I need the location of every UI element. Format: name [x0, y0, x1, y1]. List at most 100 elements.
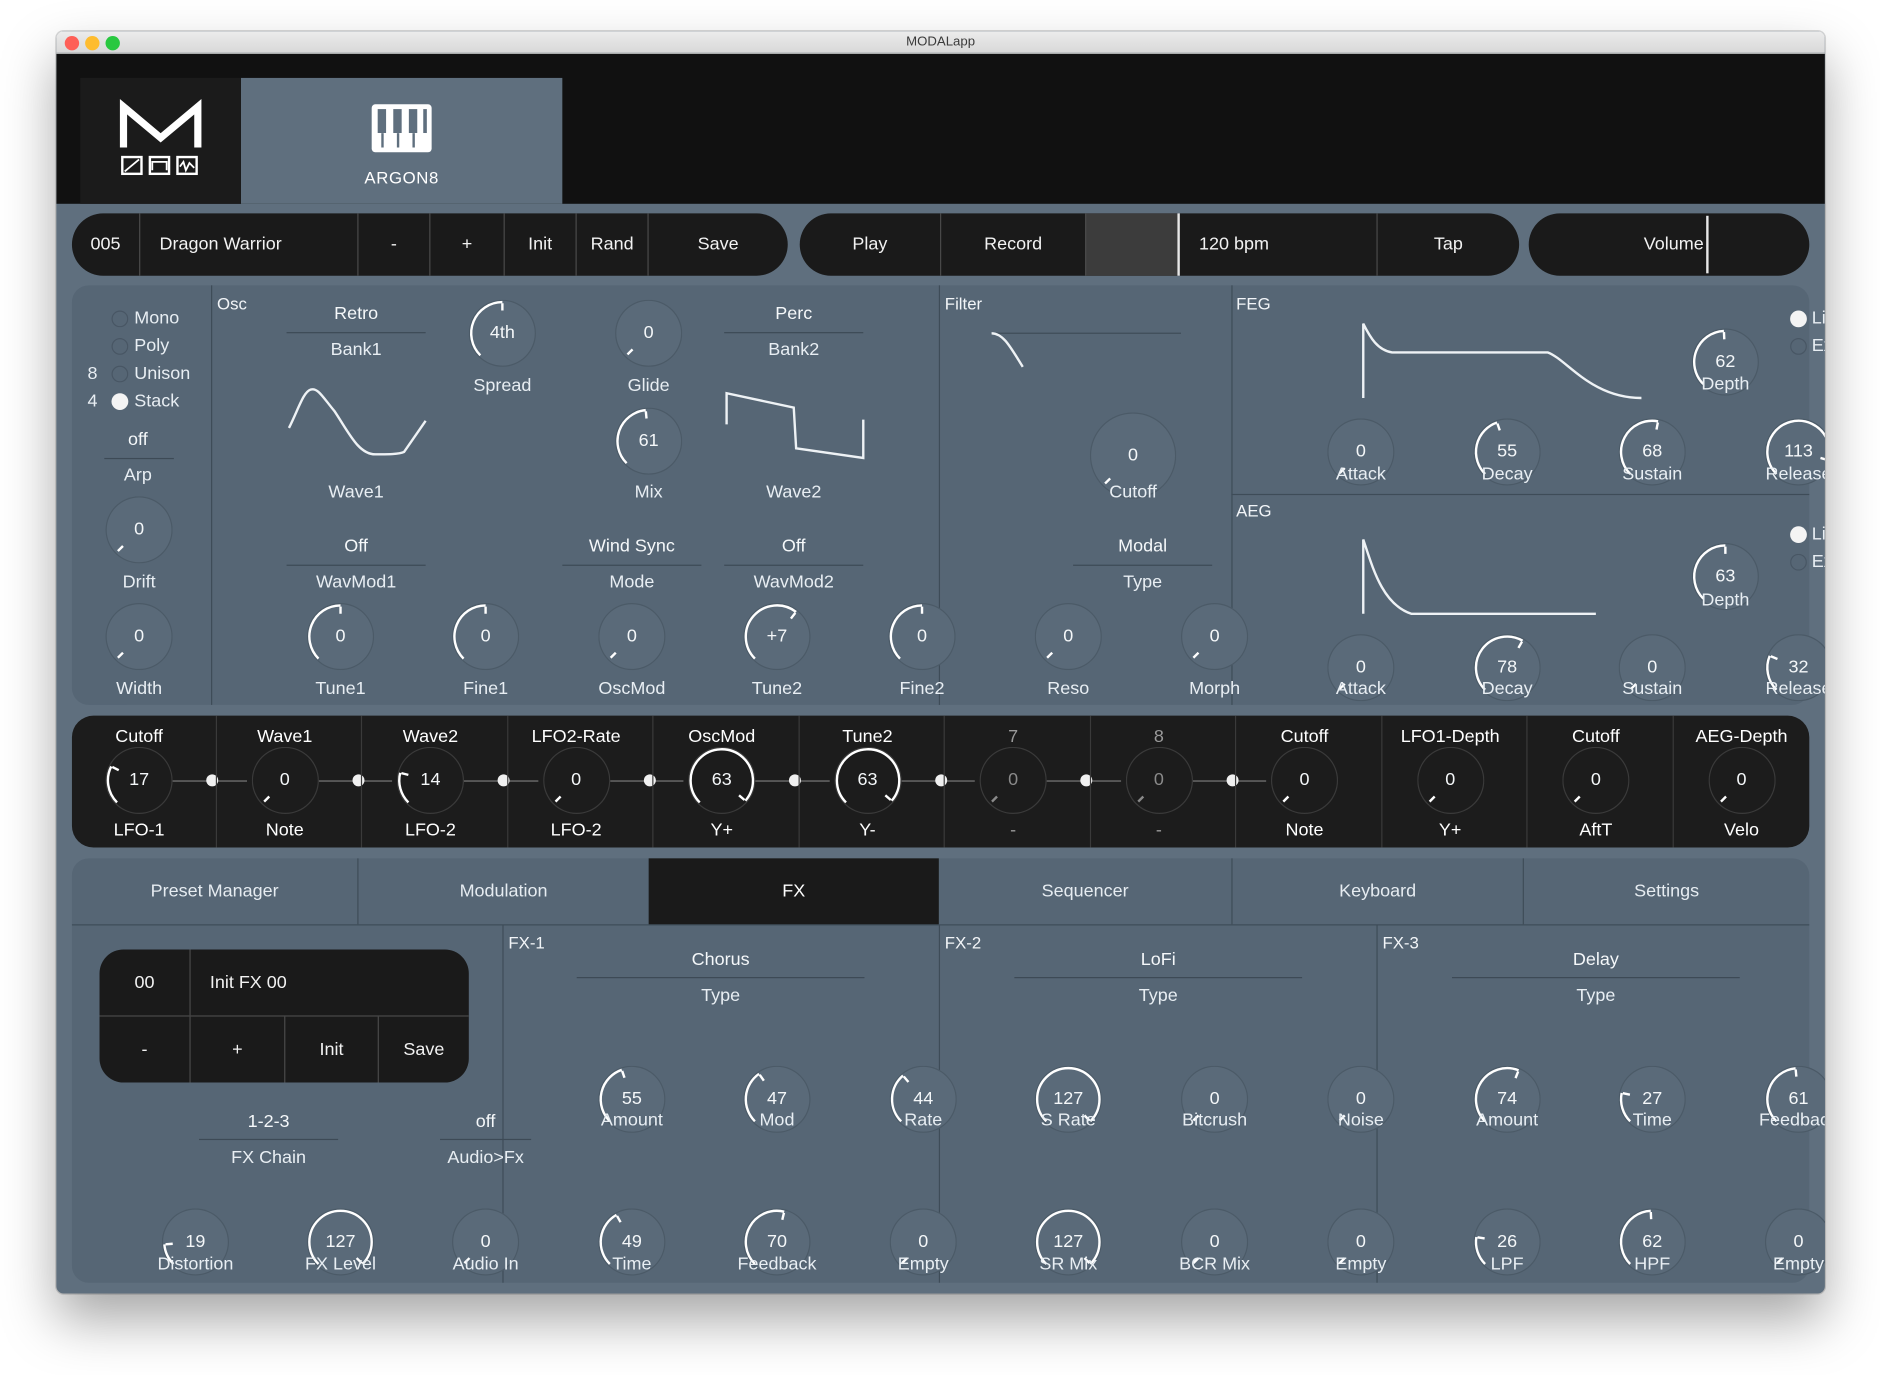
fx-preset-init-button[interactable]: Init [284, 1016, 378, 1083]
mod-amount-knob[interactable]: 0 [542, 746, 610, 814]
glide-knob[interactable]: 0 [615, 299, 683, 367]
mod-amount-knob[interactable]: 14 [396, 746, 465, 814]
stack-count[interactable]: 4 [88, 391, 98, 411]
mod-destination-label[interactable]: 8 [1087, 726, 1231, 746]
mod-amount-knob[interactable]: 0 [1270, 746, 1339, 814]
mod-amount-knob[interactable]: 0 [1562, 746, 1630, 814]
mod-amount-knob[interactable]: 0 [1707, 746, 1776, 814]
audio-fx-select[interactable]: off [438, 1111, 534, 1131]
tab-fx[interactable]: FX [648, 858, 939, 925]
fx-preset-number[interactable]: 00 [100, 949, 190, 1015]
fx2-type-select[interactable]: LoFi [1014, 949, 1302, 969]
mod-source-label[interactable]: Velo [1670, 820, 1814, 840]
fx-preset-prev-button[interactable]: - [100, 1017, 190, 1083]
mod-destination-label[interactable]: AEG-Depth [1670, 726, 1814, 746]
tab-preset-manager[interactable]: Preset Manager [72, 858, 357, 924]
tab-modulation[interactable]: Modulation [357, 858, 648, 925]
mod-amount-knob[interactable]: 17 [105, 746, 173, 814]
morph-knob[interactable]: 0 [1181, 602, 1249, 671]
mode-radio-poly[interactable] [111, 338, 129, 355]
mode-radio-unison[interactable] [111, 365, 129, 383]
tune1-label: Tune1 [315, 678, 366, 699]
tab-keyboard[interactable]: Keyboard [1231, 858, 1522, 925]
fx-level-label: FX Level [305, 1253, 376, 1275]
mod-amount-knob[interactable]: 0 [1416, 746, 1484, 814]
mod-source-label[interactable]: Note [213, 820, 357, 840]
mod-source-label[interactable]: Note [1233, 820, 1377, 840]
mod-destination-label[interactable]: Cutoff [1233, 726, 1377, 746]
wavmod2-select[interactable]: Off [722, 536, 866, 556]
fx3-type-select[interactable]: Delay [1452, 949, 1740, 969]
mod-destination-label[interactable]: Tune2 [796, 726, 940, 746]
mod-source-label[interactable]: Y- [796, 820, 940, 840]
mod-amount-knob[interactable]: 63 [833, 746, 902, 814]
tune2-knob[interactable]: +7 [743, 602, 811, 671]
product-tab[interactable]: ARGON8 [240, 77, 563, 204]
mod-destination-label[interactable]: OscMod [650, 726, 794, 746]
mod-destination-label[interactable]: LFO1-Depth [1378, 726, 1522, 746]
wave1-display[interactable] [284, 385, 430, 463]
tempo-field[interactable]: 120 bpm [1177, 213, 1376, 276]
mod-source-label[interactable]: - [941, 820, 1085, 840]
wavmod1-select[interactable]: Off [284, 536, 428, 556]
preset-prev-button[interactable]: - [357, 213, 429, 276]
width-knob[interactable]: 0 [105, 602, 173, 671]
preset-number[interactable]: 005 [72, 213, 139, 275]
osc-mode-select[interactable]: Wind Sync [560, 536, 704, 556]
mod-amount-knob[interactable]: 0 [251, 746, 319, 814]
mode-radio-mono[interactable] [111, 310, 129, 328]
fine2-knob[interactable]: 0 [888, 602, 956, 671]
volume-handle[interactable] [1706, 215, 1709, 274]
volume-slider[interactable]: Volume [1528, 213, 1810, 276]
mod-source-label[interactable]: AftT [1524, 820, 1668, 840]
mod-destination-label[interactable]: 7 [941, 726, 1085, 746]
fx1-type-select[interactable]: Chorus [577, 949, 865, 969]
mod-source-label[interactable]: - [1087, 820, 1231, 840]
mod-amount-knob[interactable]: 63 [688, 746, 756, 814]
preset-init-button[interactable]: Init [503, 213, 576, 276]
spread-knob[interactable]: 4th [468, 299, 536, 367]
mode-radio-stack[interactable] [111, 393, 129, 410]
fx-preset-next-button[interactable]: + [189, 1016, 284, 1083]
mod-amount-knob[interactable]: 0 [1125, 746, 1193, 814]
drift-knob[interactable]: 0 [105, 496, 173, 564]
feg-exp-radio[interactable] [1790, 338, 1807, 355]
aeg-exp-radio[interactable] [1790, 553, 1807, 571]
bank1-select[interactable]: Retro [284, 303, 428, 323]
preset-name[interactable]: Dragon Warrior [139, 213, 357, 276]
mix-knob[interactable]: 61 [615, 407, 683, 475]
fx-chain-select[interactable]: 1-2-3 [197, 1111, 341, 1131]
mod-destination-label[interactable]: LFO2-Rate [504, 726, 648, 746]
fx-preset-name[interactable]: Init FX 00 [189, 949, 468, 1016]
fx-preset-save-button[interactable]: Save [377, 1016, 469, 1083]
mod-source-label[interactable]: Y+ [1378, 820, 1522, 840]
mod-destination-label[interactable]: Wave1 [213, 726, 357, 746]
preset-rand-button[interactable]: Rand [575, 213, 648, 276]
feg-lin-radio[interactable] [1790, 310, 1807, 328]
filter-type-select[interactable]: Modal [1071, 536, 1215, 556]
mod-amount-knob[interactable]: 0 [979, 746, 1047, 814]
mod-source-label[interactable]: LFO-2 [359, 820, 503, 840]
tab-sequencer[interactable]: Sequencer [939, 858, 1232, 924]
unison-count[interactable]: 8 [88, 363, 98, 383]
wave2-display[interactable] [722, 391, 868, 463]
preset-next-button[interactable]: + [429, 213, 503, 276]
mod-destination-label[interactable]: Cutoff [67, 726, 211, 746]
bank2-select[interactable]: Perc [722, 303, 866, 323]
tune1-knob[interactable]: 0 [306, 602, 375, 671]
aeg-lin-radio[interactable] [1790, 526, 1807, 544]
arp-select[interactable]: off [100, 429, 177, 449]
preset-save-button[interactable]: Save [647, 213, 787, 276]
tap-tempo-button[interactable]: Tap [1376, 213, 1519, 276]
mod-source-label[interactable]: LFO-2 [504, 820, 648, 840]
mod-source-label[interactable]: Y+ [650, 820, 794, 840]
tab-settings[interactable]: Settings [1522, 858, 1810, 925]
fine1-knob[interactable]: 0 [452, 602, 520, 671]
mod-destination-label[interactable]: Wave2 [359, 726, 503, 746]
record-button[interactable]: Record [940, 213, 1085, 276]
mod-destination-label[interactable]: Cutoff [1524, 726, 1668, 746]
play-button[interactable]: Play [800, 213, 940, 275]
oscmod-knob[interactable]: 0 [598, 602, 666, 671]
mod-source-label[interactable]: LFO-1 [67, 820, 211, 840]
reso-knob[interactable]: 0 [1034, 602, 1102, 671]
